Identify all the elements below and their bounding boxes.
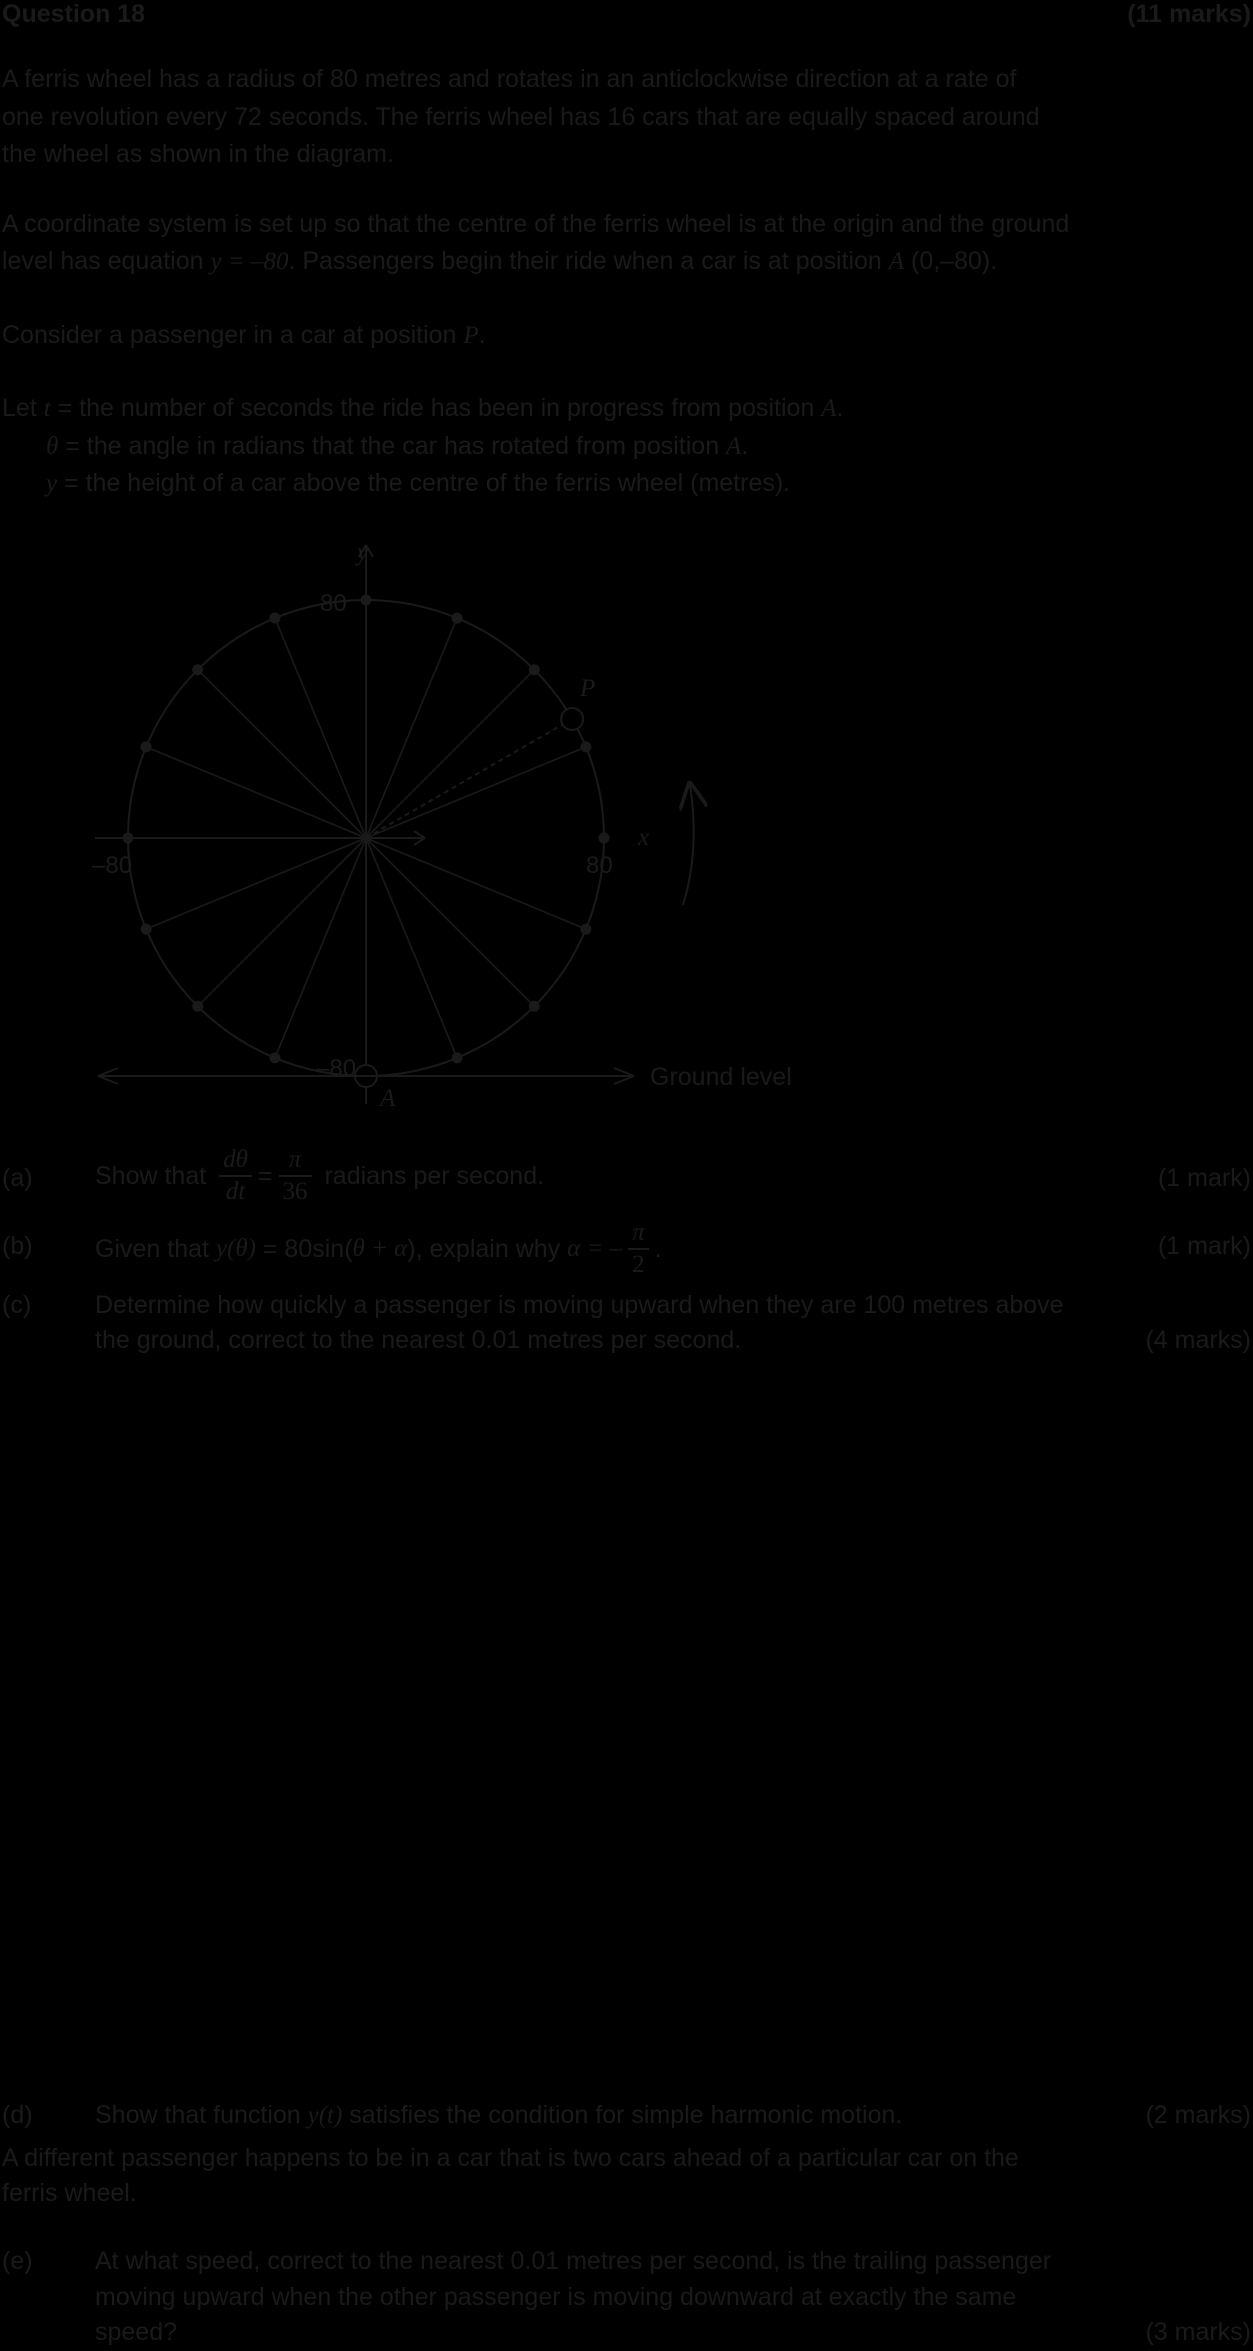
part-b-text: Given that y(θ) = 80sin(θ + α), explain … (95, 1219, 662, 1278)
spoke (197, 669, 367, 839)
car-dot (360, 594, 372, 606)
definition-y: y = the height of a car above the centre… (46, 469, 791, 497)
part-e-line-3: speed? (95, 2318, 178, 2346)
car-dot (192, 1000, 204, 1012)
ground-level-label: Ground level (650, 1063, 792, 1091)
intro-line-3: the wheel as shown in the diagram. (2, 140, 394, 168)
part-a-label: (a) (2, 1164, 33, 1192)
ferris-wheel-diagram: y x 80 80 –80 –80 P A Ground level (92, 539, 792, 1112)
car-dot (451, 612, 463, 624)
part-d-text: Show that function y(t) satisfies the co… (95, 2101, 903, 2129)
definition-t: Let t = the number of seconds the ride h… (2, 394, 844, 422)
car-dot (122, 832, 134, 844)
different-passenger-line-2: ferris wheel. (2, 2179, 137, 2207)
part-d-marks: (2 marks) (1145, 2101, 1251, 2129)
spoke (197, 837, 367, 1007)
car-dot (192, 664, 204, 676)
label-top-80: 80 (320, 590, 347, 617)
passenger-line: Consider a passenger in a car at positio… (2, 321, 486, 349)
label-P: P (579, 675, 595, 702)
car-dot (140, 741, 152, 753)
part-a-marks: (1 mark) (1157, 1164, 1251, 1192)
part-e-line-1: At what speed, correct to the nearest 0.… (95, 2247, 1052, 2275)
spoke (365, 746, 587, 839)
y-axis-label: y (354, 539, 369, 566)
spoke (145, 837, 367, 930)
label-A: A (378, 1085, 396, 1112)
different-passenger-line-1: A different passenger happens to be in a… (2, 2144, 1019, 2172)
part-b-label: (b) (2, 1232, 33, 1260)
spoke (365, 617, 458, 839)
car-dot (451, 1052, 463, 1064)
intro-line-1: A ferris wheel has a radius of 80 metres… (2, 65, 1017, 93)
part-c-line-1: Determine how quickly a passenger is mov… (95, 1291, 1064, 1319)
coord-line-1: A coordinate system is set up so that th… (2, 210, 1070, 238)
car-dot (580, 741, 592, 753)
x-axis-label: x (637, 824, 649, 851)
part-e-line-2: moving upward when the other passenger i… (95, 2283, 1017, 2311)
label-bottom-minus-80: –80 (316, 1055, 356, 1082)
label-right-80: 80 (586, 852, 613, 879)
question-marks: (11 marks) (1127, 0, 1251, 28)
part-c-marks: (4 marks) (1145, 1326, 1251, 1354)
spoke (365, 837, 458, 1059)
spoke (365, 837, 587, 930)
spoke (365, 837, 535, 1007)
spoke (274, 837, 367, 1059)
part-b-marks: (1 mark) (1157, 1232, 1251, 1260)
car-dot (269, 612, 281, 624)
car-dot (598, 832, 610, 844)
part-a-text: Show that dθ dt = π 36 radians per second. (95, 1146, 545, 1205)
part-e-marks: (3 marks) (1145, 2318, 1251, 2346)
definition-theta: θ = the angle in radians that the car ha… (46, 432, 749, 460)
rotation-arrow (683, 785, 694, 906)
car-dot (580, 923, 592, 935)
car-dot (528, 1000, 540, 1012)
spoke (145, 746, 367, 839)
part-c-label: (c) (2, 1291, 32, 1319)
intro-line-2: one revolution every 72 seconds. The fer… (2, 103, 1040, 131)
coord-line-2: level has equation y = –80. Passengers b… (2, 247, 998, 275)
label-left-minus-80: –80 (92, 852, 132, 879)
car-P (560, 707, 585, 731)
spoke (274, 617, 367, 839)
radius-to-P (365, 723, 564, 839)
car-dot (269, 1052, 281, 1064)
car-dot (140, 923, 152, 935)
part-d-label: (d) (2, 2101, 33, 2129)
part-c-line-2: the ground, correct to the nearest 0.01 … (95, 1326, 742, 1354)
spoke (365, 669, 535, 839)
part-e-label: (e) (2, 2247, 33, 2275)
question-title: Question 18 (2, 0, 146, 28)
car-dot (528, 664, 540, 676)
